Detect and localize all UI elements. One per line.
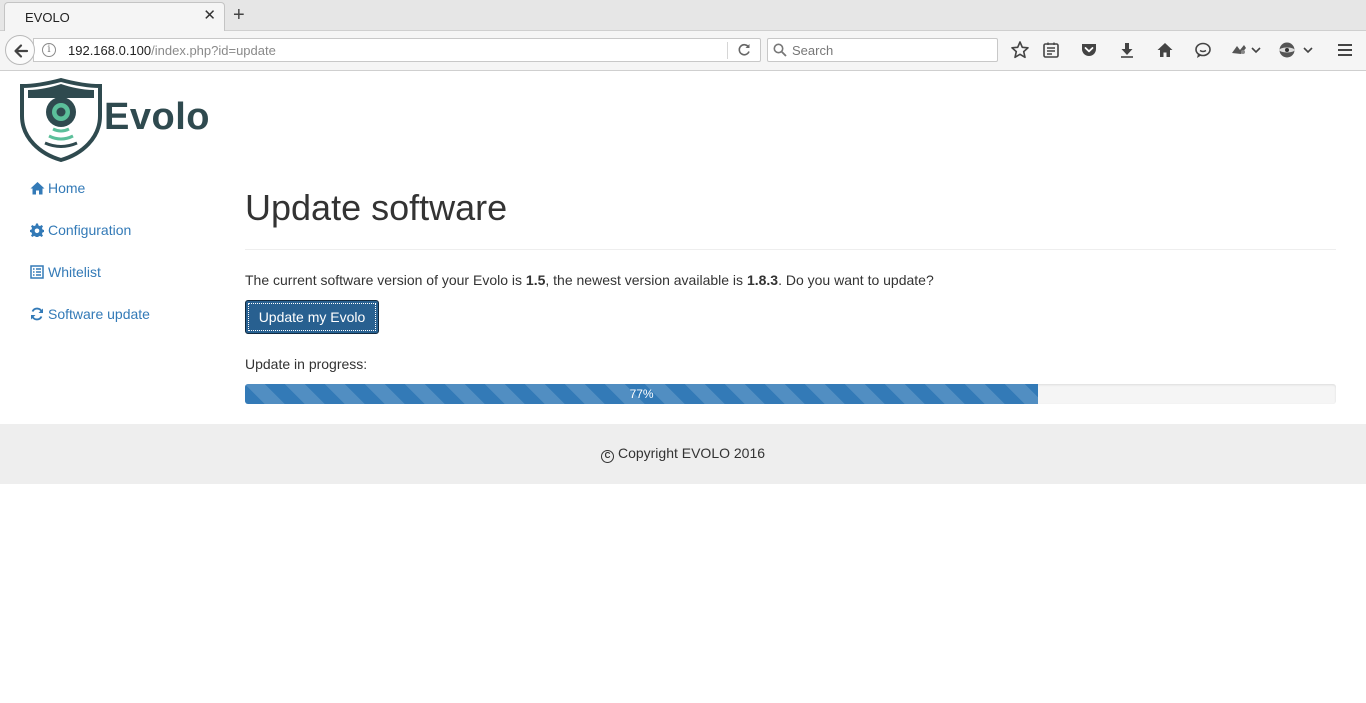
home-toolbar-icon[interactable] — [1155, 40, 1175, 60]
addon-icon[interactable] — [1229, 40, 1249, 60]
sidebar-item-configuration[interactable]: Configuration — [30, 222, 131, 244]
tab-title: EVOLO — [25, 10, 70, 25]
copyright-text: Copyright EVOLO 2016 — [617, 445, 766, 461]
download-icon[interactable] — [1117, 40, 1137, 60]
url-host: 192.168.0.100 — [68, 43, 152, 58]
browser-tab-bar: EVOLO ✕ + — [0, 0, 1366, 32]
sidebar-item-label: Whitelist — [48, 264, 101, 280]
sidebar-item-whitelist[interactable]: Whitelist — [30, 264, 101, 286]
sidebar-item-label: Configuration — [48, 222, 132, 238]
reload-icon[interactable] — [737, 43, 751, 62]
current-version: 1.5 — [525, 272, 546, 288]
shield-camera-logo-icon — [20, 77, 102, 163]
browser-toolbar: i 192.168.0.100/index.php?id=update — [0, 31, 1366, 71]
url-bar[interactable]: i 192.168.0.100/index.php?id=update — [33, 38, 761, 62]
search-input[interactable] — [792, 42, 992, 58]
version-prefix: The current software version of your Evo… — [245, 272, 526, 288]
refresh-icon — [30, 307, 46, 324]
url-path: /index.php?id=update — [151, 43, 276, 58]
new-tab-icon[interactable]: + — [233, 4, 245, 26]
main-content: Update software The current software ver… — [245, 180, 1336, 404]
version-middle: , the newest version available is — [545, 272, 747, 288]
chat-icon[interactable] — [1193, 40, 1213, 60]
home-icon — [30, 181, 46, 198]
footer: C Copyright EVOLO 2016 — [0, 424, 1366, 484]
page-title: Update software — [245, 187, 508, 228]
search-bar[interactable] — [767, 38, 998, 62]
copyright-icon: C — [600, 450, 614, 463]
progress-bar: 77% — [245, 384, 1336, 404]
update-button[interactable]: Update my Evolo — [245, 300, 379, 334]
info-icon[interactable]: i — [42, 43, 56, 57]
browser-tab[interactable]: EVOLO ✕ — [4, 2, 225, 32]
sidebar-item-label: Home — [48, 180, 86, 196]
bookmark-star-icon[interactable] — [1010, 40, 1030, 60]
back-button[interactable] — [5, 35, 35, 65]
logo-text: Evolo — [104, 96, 210, 138]
evolo-logo[interactable]: Evolo — [20, 77, 220, 163]
version-suffix: . Do you want to update? — [778, 272, 934, 288]
close-tab-icon[interactable]: ✕ — [203, 8, 216, 24]
sidebar-item-software-update[interactable]: Software update — [30, 306, 150, 328]
menu-icon[interactable] — [1335, 40, 1355, 60]
footer-text: C Copyright EVOLO 2016 — [0, 445, 1366, 463]
sidebar-item-label: Software update — [48, 306, 150, 322]
url-text[interactable]: 192.168.0.100/index.php?id=update — [68, 43, 276, 58]
gear-icon — [30, 223, 46, 240]
sidebar-item-home[interactable]: Home — [30, 180, 85, 202]
progress-label: Update in progress: — [245, 356, 368, 372]
globe-addon-icon[interactable] — [1277, 40, 1297, 60]
chevron-down-icon[interactable] — [1250, 40, 1262, 60]
divider — [245, 249, 1336, 250]
back-arrow-icon — [14, 44, 29, 58]
reading-list-icon[interactable] — [1041, 40, 1061, 60]
version-info: The current software version of your Evo… — [245, 272, 934, 288]
progress-fill: 77% — [245, 384, 1039, 404]
url-separator — [727, 42, 728, 59]
search-icon — [773, 43, 787, 57]
newest-version: 1.8.3 — [746, 272, 779, 288]
list-icon — [30, 265, 46, 282]
pocket-icon[interactable] — [1079, 40, 1099, 60]
chevron-down-icon[interactable] — [1302, 40, 1314, 60]
